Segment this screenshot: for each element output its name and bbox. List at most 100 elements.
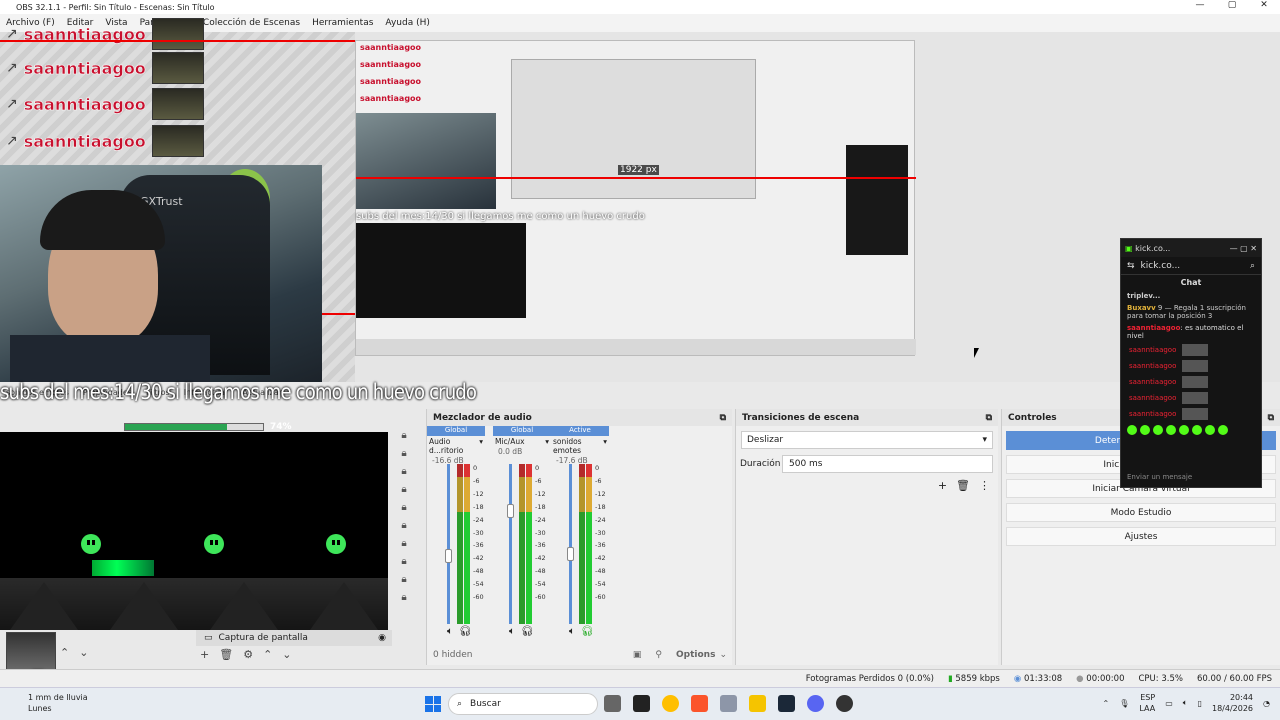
mixer-channel: Global Mic/Aux ▾ 0.0 dB 0 -6 -12 -18 -24 -30 -3… <box>493 426 551 641</box>
chevron-down-icon[interactable]: ⌄ <box>719 650 727 660</box>
terminal-icon[interactable] <box>720 695 737 712</box>
record-icon: ● <box>1076 673 1084 684</box>
remove-transition-button[interactable]: 🗑 <box>956 479 970 492</box>
source-up-button[interactable]: ⌃ <box>263 648 272 661</box>
source-down-button[interactable]: ⌄ <box>282 648 291 661</box>
chrome-icon[interactable] <box>662 695 679 712</box>
lock-icon[interactable]: 🔒︎ <box>401 466 406 477</box>
more-icon[interactable]: ⋮ <box>979 479 990 492</box>
fps-readout: 60.00 / 60.00 FPS <box>1196 673 1272 684</box>
alert-username: saanntiaagoo <box>23 58 146 78</box>
speaker-icon[interactable]: 🔈︎ <box>447 626 453 637</box>
undock-icon[interactable]: ⧉ <box>986 413 992 423</box>
volume-fader[interactable] <box>509 464 512 624</box>
brave-icon[interactable] <box>691 695 708 712</box>
menu-herramientas[interactable]: Herramientas <box>306 18 379 28</box>
network-icon[interactable]: ▭ <box>1165 699 1173 708</box>
link-icon[interactable]: ⚲ <box>655 650 662 660</box>
battery-icon[interactable]: ▯ <box>1198 699 1202 708</box>
eye-icon[interactable]: ◉ <box>378 633 386 643</box>
volume-fader[interactable] <box>569 464 572 624</box>
minimize-button[interactable]: — <box>1184 0 1216 10</box>
channel-mode[interactable]: Global <box>427 426 485 436</box>
notification-icon[interactable]: ◔ <box>1263 699 1270 708</box>
dropdown-icon[interactable]: ▾ <box>479 437 483 455</box>
lock-icon[interactable]: 🔒︎ <box>401 574 406 585</box>
dropdown-icon[interactable]: ▾ <box>545 437 549 446</box>
remove-source-button[interactable]: 🗑 <box>219 648 233 661</box>
close-button[interactable]: ✕ <box>1248 0 1280 10</box>
kick-address-bar[interactable]: ⇆ kick.co... ⌕ <box>1121 257 1261 275</box>
mic-icon[interactable]: 🎙︎ <box>1119 699 1129 708</box>
volume-fader[interactable] <box>447 464 450 624</box>
status-bar: Fotogramas Perdidos 0 (0.0%) ▮ 5859 kbps… <box>0 669 1280 687</box>
green-ball <box>204 534 224 554</box>
chat-input[interactable]: Enviar un mensaje <box>1127 473 1192 481</box>
headphones-icon[interactable]: 🎧︎ <box>521 626 534 637</box>
guide-line <box>356 177 916 179</box>
kick-titlebar: ▣ kick.co... — ▢ ✕ <box>1121 239 1261 257</box>
transition-controls: + 🗑 ⋮ <box>938 479 990 492</box>
lock-icon[interactable]: 🔒︎ <box>401 430 406 441</box>
taskbar-search[interactable]: ⌕ Buscar <box>448 693 598 715</box>
lock-icon[interactable]: 🔒︎ <box>401 484 406 495</box>
add-source-button[interactable]: + <box>200 648 209 661</box>
search-icon[interactable]: ⌕ <box>1250 261 1255 271</box>
lock-icon[interactable]: 🔒︎ <box>401 592 406 603</box>
windows-start-icon[interactable] <box>425 696 441 712</box>
steam-icon[interactable] <box>778 695 795 712</box>
lock-icon[interactable]: 🔒︎ <box>401 556 406 567</box>
scene-up-button[interactable]: ⌃ <box>60 646 69 659</box>
lock-icon[interactable]: 🔒︎ <box>401 502 406 513</box>
file-explorer-icon[interactable] <box>749 695 766 712</box>
duration-label: Duración <box>740 459 781 469</box>
dropdown-icon[interactable]: ▾ <box>603 437 607 455</box>
menu-coleccion[interactable]: Colección de Escenas <box>197 18 306 28</box>
source-item[interactable]: ▭ Captura de pantalla ◉ <box>196 630 392 646</box>
taskview-icon[interactable] <box>604 695 621 712</box>
subs-progress-bar <box>124 423 264 431</box>
lock-icon[interactable]: 🔒︎ <box>401 538 406 549</box>
discord-icon[interactable] <box>807 695 824 712</box>
undock-icon[interactable]: ⧉ <box>1268 413 1274 423</box>
obs-icon[interactable] <box>836 695 853 712</box>
studio-mode-button[interactable]: Modo Estudio <box>1006 503 1276 522</box>
channel-db: 0.0 dB <box>498 447 523 456</box>
channel-mode[interactable]: Active <box>551 426 609 436</box>
duration-input[interactable]: 500 ms <box>782 455 993 473</box>
menu-ayuda[interactable]: Ayuda (H) <box>379 18 435 28</box>
preview-canvas[interactable]: ↗ saanntiaagoo ↗ saanntiaagoo ↗ saanntiaago… <box>0 18 1280 382</box>
source-settings-button[interactable]: ⚙ <box>243 648 253 661</box>
source-item-label: Captura de pantalla <box>218 633 308 643</box>
level-meter <box>519 464 525 624</box>
epic-games-icon[interactable] <box>633 695 650 712</box>
maximize-button[interactable]: ▢ <box>1216 0 1248 10</box>
game-overlay <box>0 432 388 630</box>
add-transition-button[interactable]: + <box>938 479 947 492</box>
language-indicator[interactable]: ESP LAA <box>1139 692 1155 714</box>
speaker-icon[interactable]: 🔈︎ <box>509 626 515 637</box>
lock-icon[interactable]: 🔒︎ <box>401 520 406 531</box>
scene-down-button[interactable]: ⌄ <box>79 646 88 659</box>
settings-button[interactable]: Ajustes <box>1006 527 1276 546</box>
transition-select[interactable]: Deslizar ▾ <box>741 431 993 449</box>
headphones-icon[interactable]: 🎧︎ <box>581 626 594 637</box>
emote-bar[interactable] <box>1121 422 1261 438</box>
options-button[interactable]: Options <box>676 650 715 660</box>
volume-icon[interactable]: 🔈︎ <box>1183 698 1188 708</box>
layout-icon[interactable]: ▣ <box>633 650 642 660</box>
fader-knob[interactable] <box>507 504 514 518</box>
channel-mode[interactable]: Global <box>493 426 551 436</box>
transitions-dock: Transiciones de escena ⧉ Deslizar ▾ Duraci… <box>735 409 998 665</box>
speaker-icon[interactable]: 🔈︎ <box>569 626 575 637</box>
undock-icon[interactable]: ⧉ <box>720 413 726 423</box>
clock[interactable]: 20:44 18/4/2026 <box>1212 692 1253 714</box>
fader-knob[interactable] <box>445 548 452 563</box>
level-meter <box>457 464 463 624</box>
nested-screen-capture: saanntiaagoo saanntiaagoo saanntiaagoo saan… <box>355 40 916 356</box>
weather-widget[interactable]: 1 mm de lluvia Lunes <box>28 692 88 714</box>
headphones-icon[interactable]: 🎧︎ <box>459 626 472 637</box>
lock-icon[interactable]: 🔒︎ <box>401 448 406 459</box>
fader-knob[interactable] <box>567 547 574 562</box>
chevron-up-icon[interactable]: ⌃ <box>1103 699 1110 708</box>
